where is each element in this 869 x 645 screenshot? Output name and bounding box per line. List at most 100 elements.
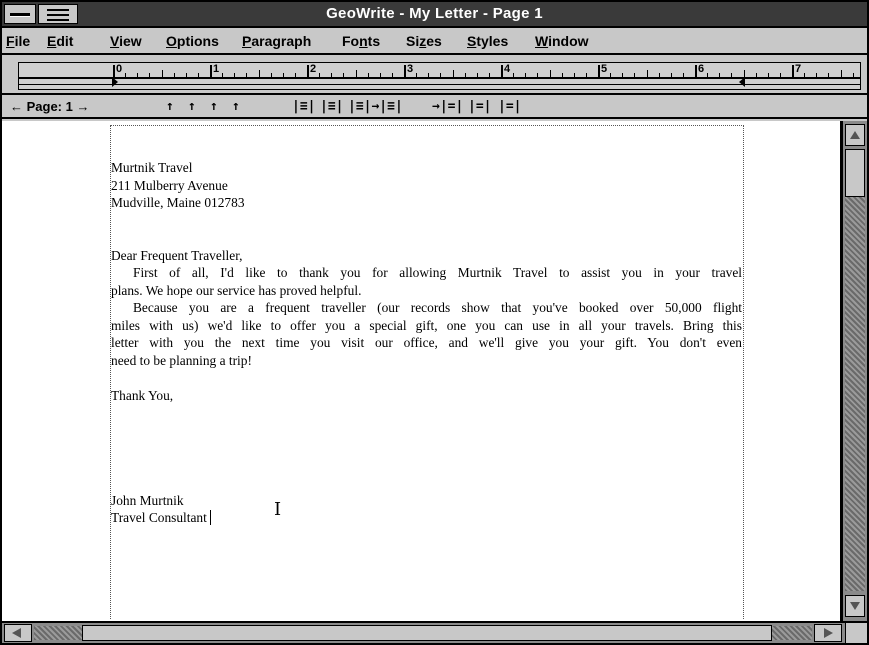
- text-caret: [209, 510, 211, 525]
- ruler[interactable]: 0 1 2 3 4 5 6 7: [18, 62, 861, 90]
- ruler-minor-tick: [488, 73, 490, 77]
- ruler-minor-tick: [428, 73, 430, 77]
- ruler-number: 7: [795, 63, 802, 75]
- ruler-minor-tick: [513, 73, 515, 77]
- menu-window[interactable]: Window: [535, 32, 589, 50]
- arrow-right-icon: [824, 628, 833, 638]
- spacing-oneandhalf-icon[interactable]: |=|: [468, 99, 491, 115]
- spacing-single-icon[interactable]: →|=|: [432, 99, 463, 115]
- ruler-marker-line: [19, 84, 860, 85]
- paragraph-line: need to be planning a trip!: [111, 352, 252, 368]
- scroll-down-button[interactable]: [845, 595, 865, 617]
- scroll-right-button[interactable]: [814, 624, 842, 642]
- ruler-minor-tick: [731, 73, 733, 77]
- ruler-minor-tick: [816, 73, 818, 77]
- ruler-minor-tick: [125, 73, 127, 77]
- address-line: Murtnik Travel: [111, 160, 193, 175]
- top-margin-guide: [110, 125, 742, 126]
- scroll-left-button[interactable]: [4, 624, 32, 642]
- ruler-minor-tick: [149, 73, 151, 77]
- ruler-number: 2: [310, 63, 317, 75]
- title-bar[interactable]: GeoWrite - My Letter - Page 1: [2, 2, 867, 28]
- center-tab-icon[interactable]: ↑: [188, 99, 196, 115]
- letter-text[interactable]: Murtnik Travel 211 Mulberry Avenue Mudvi…: [111, 159, 742, 527]
- menu-fonts[interactable]: Fonts: [342, 32, 380, 50]
- ruler-minor-tick: [416, 73, 418, 77]
- vertical-scroll-track[interactable]: [845, 149, 865, 591]
- ruler-minor-tick: [319, 73, 321, 77]
- ruler-minor-tick: [658, 73, 660, 77]
- menu-paragraph[interactable]: Paragraph: [242, 32, 311, 50]
- right-tab-icon[interactable]: ↑: [210, 99, 218, 115]
- ruler-minor-tick: [294, 73, 296, 77]
- ruler-minor-tick: [391, 73, 393, 77]
- right-margin-guide: [743, 125, 744, 619]
- ruler-minor-tick: [173, 73, 175, 77]
- spacing-double-icon[interactable]: |=|: [498, 99, 521, 115]
- scroll-up-button[interactable]: [845, 124, 865, 146]
- vertical-scrollbar[interactable]: [842, 121, 867, 621]
- menu-file[interactable]: File: [6, 32, 30, 50]
- ruler-number: 0: [116, 63, 123, 75]
- horizontal-scrollbar[interactable]: [2, 621, 867, 643]
- ruler-major-tick: [598, 65, 600, 77]
- ruler-minor-tick: [682, 73, 684, 77]
- left-tab-icon[interactable]: ↑: [166, 99, 174, 115]
- ruler-number: 1: [213, 63, 220, 75]
- ruler-minor-tick: [246, 73, 248, 77]
- ruler-minor-tick: [537, 73, 539, 77]
- menu-options[interactable]: Options: [166, 32, 219, 50]
- menu-bar: File Edit View Options Paragraph Fonts S…: [2, 28, 867, 55]
- left-margin-marker[interactable]: [112, 77, 118, 87]
- ruler-major-tick: [307, 65, 309, 77]
- align-left-icon[interactable]: |≡|: [292, 99, 315, 115]
- ruler-baseline: [19, 77, 860, 79]
- arrow-left-icon: [12, 628, 21, 638]
- ruler-major-tick: [210, 65, 212, 77]
- ruler-minor-tick: [270, 73, 272, 77]
- menu-styles[interactable]: Styles: [467, 32, 508, 50]
- app-window: GeoWrite - My Letter - Page 1 File Edit …: [0, 0, 869, 645]
- ruler-major-tick: [792, 65, 794, 77]
- ruler-minor-tick: [585, 73, 587, 77]
- signature-title-line: Travel Consultant: [111, 509, 742, 527]
- ruler-minor-tick: [561, 73, 563, 77]
- ruler-minor-tick: [355, 70, 357, 77]
- ruler-major-tick: [404, 65, 406, 77]
- ruler-minor-tick: [452, 70, 454, 77]
- paragraph-line: letter with you the next time you visit …: [111, 335, 742, 350]
- ruler-minor-tick: [670, 73, 672, 77]
- ruler-minor-tick: [755, 73, 757, 77]
- ruler-minor-tick: [622, 73, 624, 77]
- page-indicator[interactable]: ← Page: 1 →: [10, 99, 89, 115]
- ruler-number: 3: [407, 63, 414, 75]
- ruler-number: 6: [698, 63, 705, 75]
- ruler-minor-tick: [828, 73, 830, 77]
- align-justify-icon[interactable]: |≡|→|≡|: [348, 99, 403, 115]
- ruler-minor-tick: [840, 70, 842, 77]
- right-margin-marker[interactable]: [739, 77, 745, 87]
- ruler-minor-tick: [707, 73, 709, 77]
- align-center-icon[interactable]: |≡|: [320, 99, 343, 115]
- vertical-scroll-thumb[interactable]: [845, 149, 865, 197]
- menu-edit[interactable]: Edit: [47, 32, 73, 50]
- decimal-tab-icon[interactable]: ↑: [232, 99, 240, 115]
- ruler-minor-tick: [634, 73, 636, 77]
- paragraph-toolbar: ← Page: 1 → ↑ ↑ ↑ ↑ |≡| |≡| |≡|→|≡| →|=|…: [2, 97, 867, 119]
- horizontal-scroll-thumb[interactable]: [82, 625, 772, 641]
- ruler-minor-tick: [573, 73, 575, 77]
- ruler-minor-tick: [525, 73, 527, 77]
- ruler-minor-tick: [852, 73, 854, 77]
- ruler-minor-tick: [197, 73, 199, 77]
- ruler-minor-tick: [610, 73, 612, 77]
- ruler-number: 4: [504, 63, 511, 75]
- closing: Thank You,: [111, 387, 174, 403]
- ruler-minor-tick: [282, 73, 284, 77]
- ruler-major-tick: [695, 65, 697, 77]
- menu-sizes[interactable]: Sizes: [406, 32, 442, 50]
- document-area[interactable]: Murtnik Travel 211 Mulberry Avenue Mudvi…: [2, 121, 842, 621]
- menu-view[interactable]: View: [110, 32, 142, 50]
- ruler-minor-tick: [440, 73, 442, 77]
- ruler-number: 5: [601, 63, 608, 75]
- ruler-major-tick: [501, 65, 503, 77]
